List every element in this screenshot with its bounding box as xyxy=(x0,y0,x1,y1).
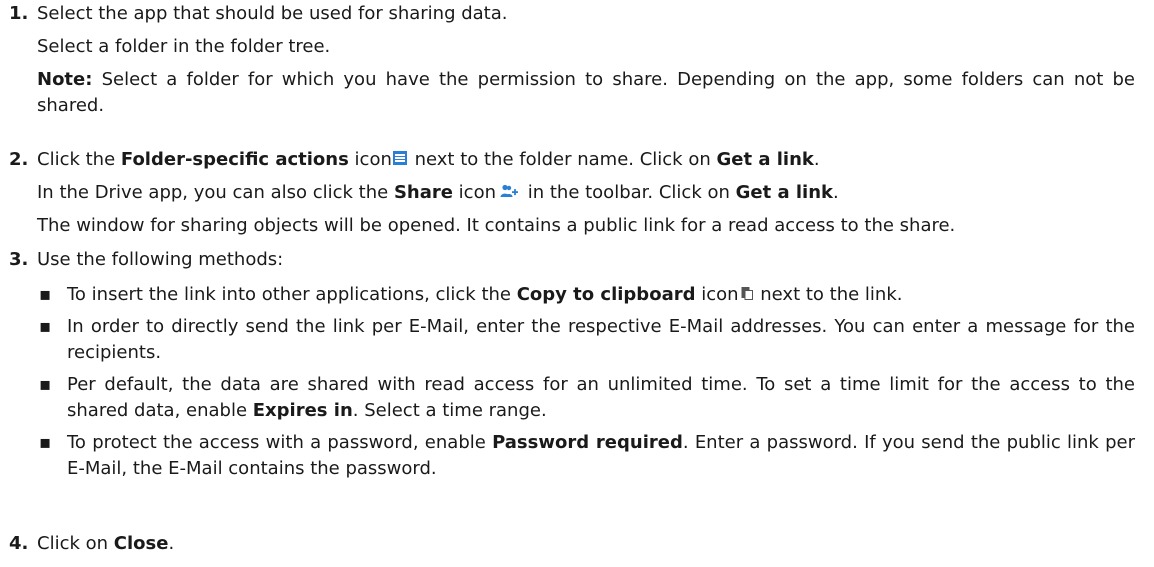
note-label: Note: xyxy=(37,69,93,90)
step-text: In the Drive app, you can also click the… xyxy=(37,182,839,203)
copy-clipboard-label: Copy to clipboard xyxy=(516,284,696,305)
bullet-marker: ▪ xyxy=(39,432,52,453)
password-required-label: Password required xyxy=(492,432,683,453)
step-number: 1. xyxy=(9,3,29,24)
list-item: ▪ To protect the access with a password,… xyxy=(39,432,1136,479)
close-label: Close xyxy=(113,533,169,554)
step-text: Use the following methods: xyxy=(37,249,284,270)
get-link-label: Get a link xyxy=(716,149,814,170)
list-item: ▪ In order to directly send the link per… xyxy=(39,316,1135,363)
note: Note: Select a folder for which you have… xyxy=(37,67,1135,119)
step-text: Select a folder in the folder tree. xyxy=(37,36,331,57)
document: 1. Select the app that should be used fo… xyxy=(0,0,1154,567)
bullet-marker: ▪ xyxy=(39,316,52,337)
get-link-label: Get a link xyxy=(735,182,834,203)
step-text: Click on Close. xyxy=(37,533,175,554)
step-number: 3. xyxy=(9,249,29,270)
list-item: ▪ To insert the link into other applicat… xyxy=(39,282,1135,308)
folder-actions-label: Folder-specific actions xyxy=(120,149,349,170)
copy-icon xyxy=(741,287,753,300)
bullet-marker: ▪ xyxy=(39,374,52,395)
step-text: Click the Folder-specific actions icon n… xyxy=(37,149,820,170)
share-label: Share xyxy=(393,182,453,203)
add-user-icon xyxy=(500,184,518,197)
step-number: 4. xyxy=(9,533,29,554)
menu-icon xyxy=(392,151,407,165)
bullet-marker: ▪ xyxy=(39,284,52,305)
note-text: Select a folder for which you have the p… xyxy=(37,69,1135,116)
step-text: The window for sharing objects will be o… xyxy=(37,215,956,236)
step-text: Select the app that should be used for s… xyxy=(37,3,508,24)
step-number: 2. xyxy=(9,149,29,170)
expires-in-label: Expires in xyxy=(252,400,353,421)
list-item: ▪ Per default, the data are shared with … xyxy=(39,374,1135,421)
